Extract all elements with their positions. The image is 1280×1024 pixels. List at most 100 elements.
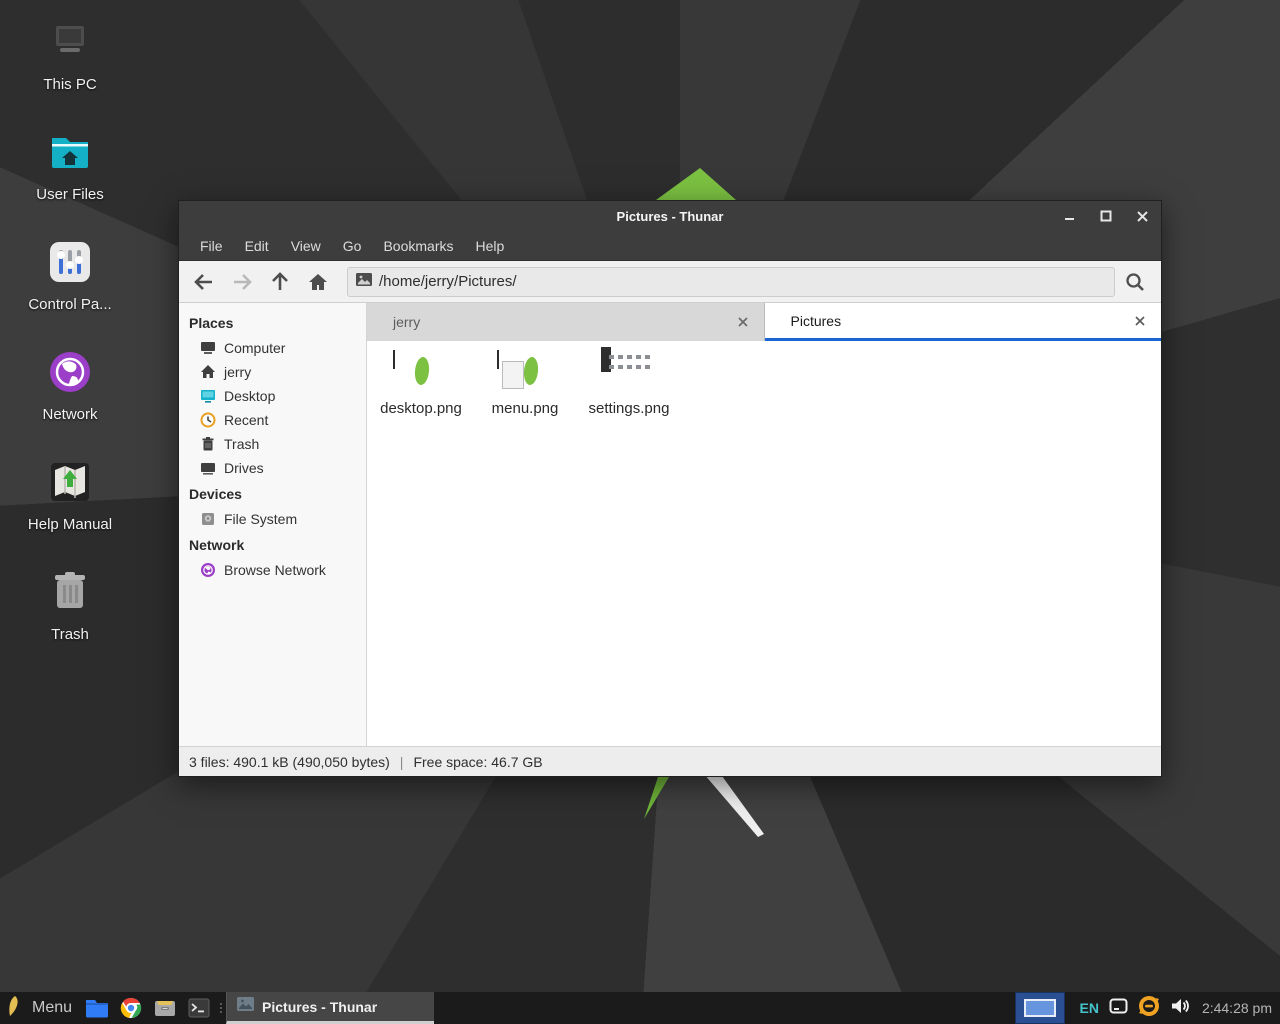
tab-close-icon[interactable] [1131, 312, 1149, 330]
workspace-window-preview [1024, 999, 1056, 1017]
menu-edit[interactable]: Edit [234, 231, 280, 260]
sidebar-item-label: jerry [224, 364, 251, 380]
home-button[interactable] [299, 266, 337, 298]
forward-button[interactable] [223, 266, 261, 298]
desktop-icon-help-manual[interactable]: Help Manual [10, 456, 130, 566]
desktop-icon-trash[interactable]: Trash [10, 566, 130, 676]
laptop-icon [44, 16, 96, 68]
path-text: /home/jerry/Pictures/ [379, 273, 517, 290]
back-button[interactable] [185, 266, 223, 298]
update-manager-icon[interactable] [1138, 995, 1160, 1022]
status-free-space: Free space: 46.7 GB [413, 754, 542, 770]
harddisk-icon [200, 511, 216, 527]
sidebar-item-label: Recent [224, 412, 268, 428]
sidebar-item-recent[interactable]: Recent [179, 408, 366, 432]
computer-icon [200, 340, 216, 356]
desktop-icon-column: This PC User Files [10, 16, 130, 676]
menu-go[interactable]: Go [332, 231, 373, 260]
sidebar: Places Computer jerry Desktop [179, 303, 367, 746]
applications-menu-button[interactable]: Menu [0, 992, 80, 1024]
sliders-icon [44, 236, 96, 288]
menu-view[interactable]: View [280, 231, 332, 260]
close-button[interactable] [1131, 205, 1153, 227]
tab-jerry[interactable]: jerry [367, 303, 765, 341]
drive-icon [200, 460, 216, 476]
tab-close-icon[interactable] [734, 313, 752, 331]
sidebar-item-home[interactable]: jerry [179, 360, 366, 384]
image-thumbnail [497, 351, 553, 393]
chrome-launcher[interactable] [114, 992, 148, 1024]
status-file-count: 3 files: 490.1 kB (490,050 bytes) [189, 754, 390, 770]
file-name: desktop.png [380, 400, 462, 417]
tab-label: jerry [393, 314, 734, 330]
desktop-icon-label: Help Manual [28, 516, 112, 533]
up-button[interactable] [261, 266, 299, 298]
file-settings-png[interactable]: settings.png [577, 351, 681, 417]
toolbar: /home/jerry/Pictures/ [179, 261, 1161, 303]
terminal-launcher[interactable] [182, 992, 216, 1024]
notification-icon[interactable] [1109, 998, 1128, 1019]
sidebar-item-label: Trash [224, 436, 259, 452]
file-name: menu.png [492, 400, 559, 417]
window-controls [1059, 201, 1153, 231]
desktop-icon-label: Network [42, 406, 97, 423]
image-thumbnail [601, 351, 657, 393]
tab-bar: jerry Pictures [367, 303, 1161, 341]
sidebar-header-network: Network [179, 531, 366, 558]
file-manager-launcher[interactable] [80, 992, 114, 1024]
window-title: Pictures - Thunar [179, 209, 1161, 224]
sidebar-item-label: Browse Network [224, 562, 326, 578]
sidebar-item-desktop[interactable]: Desktop [179, 384, 366, 408]
search-button[interactable] [1115, 266, 1155, 298]
file-view[interactable]: desktop.png menu.png settings.p [367, 341, 1161, 746]
panel-handle[interactable] [216, 992, 226, 1024]
trash-icon [44, 566, 96, 618]
workspace-switcher[interactable] [1015, 992, 1065, 1024]
sidebar-header-places: Places [179, 309, 366, 336]
home-icon [200, 364, 216, 380]
status-separator: | [400, 754, 404, 770]
desktop-icon-user-files[interactable]: User Files [10, 126, 130, 236]
taskbar: Menu Pictures - Thunar EN [0, 992, 1280, 1024]
tab-pictures[interactable]: Pictures [765, 303, 1162, 341]
sidebar-item-drives[interactable]: Drives [179, 456, 366, 480]
sidebar-item-trash[interactable]: Trash [179, 432, 366, 456]
file-menu-png[interactable]: menu.png [473, 351, 577, 417]
image-thumbnail [393, 351, 449, 393]
taskbar-task-pictures-thunar[interactable]: Pictures - Thunar [226, 992, 434, 1024]
globe-icon [44, 346, 96, 398]
clock[interactable]: 2:44:28 pm [1200, 1000, 1272, 1016]
desktop-icon-control-panel[interactable]: Control Pa... [10, 236, 130, 346]
path-bar[interactable]: /home/jerry/Pictures/ [347, 267, 1115, 297]
sidebar-item-computer[interactable]: Computer [179, 336, 366, 360]
sidebar-item-label: Drives [224, 460, 264, 476]
keyboard-layout-indicator[interactable]: EN [1079, 1000, 1098, 1016]
task-label: Pictures - Thunar [262, 999, 377, 1015]
wallpaper-green-peak [648, 168, 744, 200]
desktop-icon-this-pc[interactable]: This PC [10, 16, 130, 126]
desktop-icon-label: This PC [43, 76, 96, 93]
network-globe-icon [200, 562, 216, 578]
sidebar-item-browse-network[interactable]: Browse Network [179, 558, 366, 582]
file-desktop-png[interactable]: desktop.png [369, 351, 473, 417]
menu-label: Menu [32, 999, 72, 1017]
archive-launcher[interactable] [148, 992, 182, 1024]
sidebar-item-label: File System [224, 511, 297, 527]
sidebar-item-file-system[interactable]: File System [179, 507, 366, 531]
window-titlebar[interactable]: Pictures - Thunar [179, 201, 1161, 231]
menu-file[interactable]: File [189, 231, 234, 260]
desktop-icon-network[interactable]: Network [10, 346, 130, 456]
volume-icon[interactable] [1170, 997, 1190, 1020]
minimize-button[interactable] [1059, 205, 1081, 227]
maximize-button[interactable] [1095, 205, 1117, 227]
system-tray: EN 2:44:28 pm [1065, 992, 1280, 1024]
picture-icon [356, 273, 372, 291]
task-picture-icon [237, 997, 254, 1016]
menu-help[interactable]: Help [465, 231, 516, 260]
menubar: File Edit View Go Bookmarks Help [179, 231, 1161, 261]
sidebar-header-devices: Devices [179, 480, 366, 507]
wallpaper-green-sliver [642, 777, 672, 821]
trash-icon [200, 436, 216, 452]
menu-bookmarks[interactable]: Bookmarks [372, 231, 464, 260]
folder-home-icon [44, 126, 96, 178]
